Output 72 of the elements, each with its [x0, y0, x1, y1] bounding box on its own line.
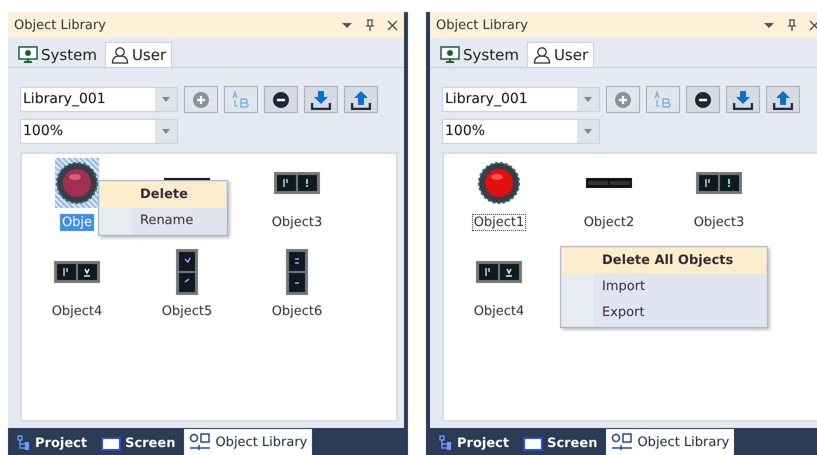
user-icon	[110, 46, 129, 64]
monitor-icon	[18, 46, 38, 64]
menu-item[interactable]: Delete	[100, 182, 226, 208]
caret-icon	[584, 129, 592, 134]
switch-icon[interactable]	[274, 172, 320, 194]
close-icon[interactable]	[387, 20, 398, 30]
tab-label: System	[41, 46, 97, 64]
library-select[interactable]: Library_001	[442, 87, 600, 112]
object-label[interactable]: Object4	[50, 303, 104, 320]
panel-title: Object Library	[436, 18, 528, 32]
library-icon	[611, 433, 634, 451]
object-label[interactable]: Object3	[692, 214, 746, 231]
tab-label: User	[554, 46, 588, 64]
toolbar-button[interactable]	[264, 86, 298, 113]
switch-icon[interactable]	[476, 261, 522, 283]
switch-icon[interactable]	[286, 249, 308, 295]
zoom-select[interactable]: 100%	[442, 119, 600, 144]
caret-icon	[162, 129, 170, 134]
screen-icon	[101, 436, 122, 450]
pin-icon[interactable]	[787, 19, 797, 31]
pin-icon[interactable]	[365, 19, 375, 31]
tree-icon	[439, 435, 453, 451]
add-icon	[614, 90, 632, 108]
toolbar-button[interactable]	[726, 86, 760, 113]
caret-icon	[162, 97, 170, 102]
library-icon	[189, 433, 212, 451]
rename-icon	[231, 90, 251, 110]
object-label[interactable]: Object4	[472, 303, 526, 320]
toolbar-button[interactable]	[766, 86, 800, 113]
object-label[interactable]: Object1	[472, 214, 526, 231]
object-label[interactable]: Object2	[582, 214, 636, 231]
object-label[interactable]: Object3	[270, 214, 324, 231]
close-icon[interactable]	[809, 20, 817, 30]
upload-icon	[351, 90, 371, 110]
monitor-icon	[440, 46, 460, 64]
library-tab[interactable]: User	[526, 42, 594, 67]
tab-label: System	[463, 46, 519, 64]
bottom-tab[interactable]: Project	[12, 431, 92, 455]
tab-label: User	[132, 46, 166, 64]
library-select[interactable]: Library_001	[20, 87, 178, 112]
screen-icon	[523, 436, 544, 450]
remove-icon	[272, 90, 290, 108]
bottom-tab[interactable]: Screen	[518, 432, 602, 455]
remove-icon	[694, 90, 712, 108]
switch-icon[interactable]	[54, 261, 100, 283]
download-icon	[733, 90, 753, 110]
menu-item[interactable]: Delete All Objects	[562, 248, 766, 274]
rename-icon	[653, 90, 673, 110]
toolbar-button[interactable]	[686, 86, 720, 113]
bottom-tab[interactable]: Object Library	[184, 429, 312, 455]
library-tab[interactable]: System	[12, 42, 103, 67]
object-label[interactable]: Object6	[270, 303, 324, 320]
tree-icon	[17, 435, 31, 451]
library-tab[interactable]: System	[434, 42, 525, 67]
toolbar-button[interactable]	[344, 86, 378, 113]
round-button-icon[interactable]	[55, 161, 99, 205]
library-tab[interactable]: User	[104, 42, 172, 67]
bottom-tab[interactable]: Object Library	[606, 429, 734, 455]
add-icon	[192, 90, 210, 108]
upload-icon	[773, 90, 793, 110]
toolbar-button[interactable]	[304, 86, 338, 113]
bottom-tab[interactable]: Screen	[96, 432, 180, 455]
switch-icon[interactable]	[696, 172, 742, 194]
switch-icon[interactable]	[176, 249, 198, 295]
user-icon	[532, 46, 551, 64]
panel-title: Object Library	[14, 18, 106, 32]
object-label[interactable]: Object5	[160, 303, 214, 320]
bottom-tab[interactable]: Project	[434, 431, 514, 455]
download-icon	[311, 90, 331, 110]
caret-icon	[584, 97, 592, 102]
zoom-select[interactable]: 100%	[20, 119, 178, 144]
round-button-icon[interactable]	[477, 161, 521, 205]
